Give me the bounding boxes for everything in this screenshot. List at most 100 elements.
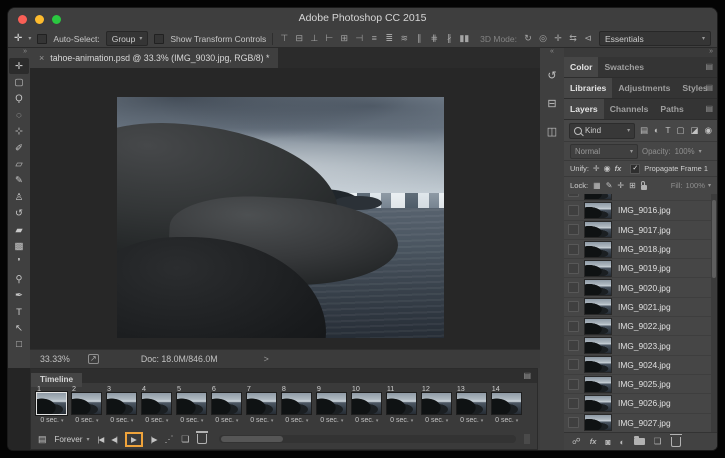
dodge-tool[interactable]: ⚲ xyxy=(8,271,30,287)
distribute-vertical-centers-icon[interactable]: ≣ xyxy=(384,33,394,44)
frame-2[interactable]: 2 0 sec. ▾ xyxy=(70,384,104,431)
layer-row-IMG_9020.jpg[interactable]: IMG_9020.jpg xyxy=(564,278,717,297)
frame-10[interactable]: 10 0 sec. ▾ xyxy=(350,384,384,431)
layer-visibility-checkbox[interactable] xyxy=(568,359,579,370)
frame-5[interactable]: 5 0 sec. ▾ xyxy=(175,384,209,431)
filter-kind-dropdown[interactable]: Kind ▾ xyxy=(569,123,635,139)
filter-pixel-layers-icon[interactable]: ▤ xyxy=(640,125,648,136)
distribute-horizontal-centers-icon[interactable]: ⋕ xyxy=(429,33,439,44)
3d-slide-icon[interactable]: ⇆ xyxy=(568,33,578,44)
workspace-dropdown[interactable]: Essentials ▾ xyxy=(599,31,711,46)
timeline-scrollbar-thumb[interactable] xyxy=(221,436,283,442)
layer-row-IMG_9026.jpg[interactable]: IMG_9026.jpg xyxy=(564,394,717,413)
layer-style-icon[interactable]: fx xyxy=(590,437,597,446)
layer-row-IMG_9018.jpg[interactable]: IMG_9018.jpg xyxy=(564,240,717,259)
layer-visibility-checkbox[interactable] xyxy=(568,340,579,351)
layer-visibility-checkbox[interactable] xyxy=(568,398,579,409)
next-frame-button[interactable]: |▶ xyxy=(151,435,157,444)
path-selection-tool[interactable]: ↖ xyxy=(8,320,30,336)
layer-visibility-checkbox[interactable] xyxy=(568,417,579,428)
toolbar-overflow-icon[interactable]: » xyxy=(8,48,30,58)
frame-13[interactable]: 13 0 sec. ▾ xyxy=(455,384,489,431)
previous-frame-button[interactable]: ◀| xyxy=(111,435,117,444)
distribute-spacing-icon[interactable]: ▮▮ xyxy=(459,33,469,44)
document-tab[interactable]: × tahoe-animation.psd @ 33.3% (IMG_9030.… xyxy=(30,48,278,68)
canvas[interactable] xyxy=(30,68,540,350)
title-bar[interactable]: Adobe Photoshop CC 2015 xyxy=(8,8,717,31)
clone-stamp-tool[interactable]: ♙ xyxy=(8,189,30,205)
history-brush-tool[interactable]: ↺ xyxy=(8,206,30,222)
filter-toggle-icon[interactable]: ◉ xyxy=(705,125,712,136)
new-layer-icon[interactable]: ❏ xyxy=(654,436,662,447)
distribute-bottom-edges-icon[interactable]: ≋ xyxy=(399,33,409,44)
tab-libraries[interactable]: Libraries xyxy=(564,78,612,98)
opacity-value[interactable]: 100% xyxy=(675,147,695,156)
quick-selection-tool[interactable]: ◌ xyxy=(8,107,30,123)
rectangular-marquee-tool[interactable]: ▢ xyxy=(8,74,30,90)
frame-14[interactable]: 14 0 sec. ▾ xyxy=(490,384,524,431)
layer-row-IMG_9024.jpg[interactable]: IMG_9024.jpg xyxy=(564,356,717,375)
layer-row-IMG_9027.jpg[interactable]: IMG_9027.jpg xyxy=(564,414,717,432)
type-tool[interactable]: T xyxy=(8,304,30,320)
unify-visibility-icon[interactable]: ◉ xyxy=(604,164,611,173)
delete-layer-icon[interactable] xyxy=(671,437,681,447)
convert-video-timeline-button[interactable]: ▤ xyxy=(38,434,46,445)
layer-row-partial-top[interactable] xyxy=(564,194,717,201)
filter-type-layers-icon[interactable]: T xyxy=(665,125,670,136)
distribute-top-edges-icon[interactable]: ≡ xyxy=(369,33,379,44)
close-tab-icon[interactable]: × xyxy=(39,53,44,63)
unify-style-icon[interactable]: fx xyxy=(615,164,622,173)
expand-panels-icon[interactable]: « xyxy=(540,48,564,58)
lock-transparent-pixels-icon[interactable]: ▦ xyxy=(593,181,601,190)
frame-4[interactable]: 4 0 sec. ▾ xyxy=(140,384,174,431)
current-tool-icon[interactable]: ✛ xyxy=(14,33,22,44)
layer-visibility-checkbox[interactable] xyxy=(568,194,579,197)
frame-9[interactable]: 9 0 sec. ▾ xyxy=(315,384,349,431)
history-panel-icon[interactable]: ↺ xyxy=(540,64,564,86)
propagate-frame-checkbox[interactable]: ✓ xyxy=(630,164,640,174)
new-group-icon[interactable] xyxy=(634,438,645,445)
frame-8[interactable]: 8 0 sec. ▾ xyxy=(280,384,314,431)
tab-color[interactable]: Color xyxy=(564,57,598,77)
show-transform-checkbox[interactable] xyxy=(154,34,164,44)
layer-visibility-checkbox[interactable] xyxy=(568,263,579,274)
align-vertical-centers-icon[interactable]: ⊟ xyxy=(294,33,304,44)
timeline-resize-grip[interactable] xyxy=(524,434,530,444)
align-horizontal-centers-icon[interactable]: ⊞ xyxy=(339,33,349,44)
lasso-tool[interactable]: Ϙ xyxy=(8,91,30,107)
loop-count-dropdown[interactable]: Forever ▾ xyxy=(54,435,89,444)
layers-scrollbar[interactable] xyxy=(711,194,717,432)
3d-orbit-icon[interactable]: ↻ xyxy=(523,33,533,44)
fill-value[interactable]: 100% xyxy=(686,181,705,190)
layer-row-IMG_9023.jpg[interactable]: IMG_9023.jpg xyxy=(564,336,717,355)
layer-mask-icon[interactable]: ◙ xyxy=(605,437,610,447)
collapse-panels-icon[interactable]: » xyxy=(564,48,717,57)
properties-panel-icon[interactable]: ⊟ xyxy=(540,92,564,114)
tab-channels[interactable]: Channels xyxy=(604,99,655,119)
adjustment-layer-icon[interactable]: ◐ xyxy=(620,437,625,447)
frame-7[interactable]: 7 0 sec. ▾ xyxy=(245,384,279,431)
layer-visibility-checkbox[interactable] xyxy=(568,282,579,293)
layer-visibility-checkbox[interactable] xyxy=(568,301,579,312)
distribute-right-edges-icon[interactable]: ∦ xyxy=(444,33,454,44)
layer-row-IMG_9021.jpg[interactable]: IMG_9021.jpg xyxy=(564,298,717,317)
lock-position-icon[interactable]: ✛ xyxy=(617,181,624,190)
timeline-scrollbar[interactable] xyxy=(219,435,516,443)
layers-scrollbar-thumb[interactable] xyxy=(712,200,716,278)
filter-shape-layers-icon[interactable]: ▢ xyxy=(677,125,685,136)
3d-zoom-icon[interactable]: ⊲ xyxy=(583,33,593,44)
first-frame-button[interactable]: |◀ xyxy=(98,435,104,444)
frame-6[interactable]: 6 0 sec. ▾ xyxy=(210,384,244,431)
lock-image-pixels-icon[interactable]: ✎ xyxy=(606,181,613,190)
timeline-menu-icon[interactable]: ▤ xyxy=(523,371,531,380)
layer-row-IMG_9022.jpg[interactable]: IMG_9022.jpg xyxy=(564,317,717,336)
3d-roll-icon[interactable]: ◎ xyxy=(538,33,548,44)
align-right-edges-icon[interactable]: ⊣ xyxy=(354,33,364,44)
tween-button[interactable]: ⋰ xyxy=(164,434,173,445)
duplicate-frame-button[interactable]: ❏ xyxy=(181,434,189,445)
layer-row-IMG_9017.jpg[interactable]: IMG_9017.jpg xyxy=(564,221,717,240)
link-layers-icon[interactable]: ☍ xyxy=(572,436,581,447)
document-image[interactable] xyxy=(117,97,444,338)
auto-select-checkbox[interactable] xyxy=(37,34,47,44)
layer-visibility-checkbox[interactable] xyxy=(568,244,579,255)
